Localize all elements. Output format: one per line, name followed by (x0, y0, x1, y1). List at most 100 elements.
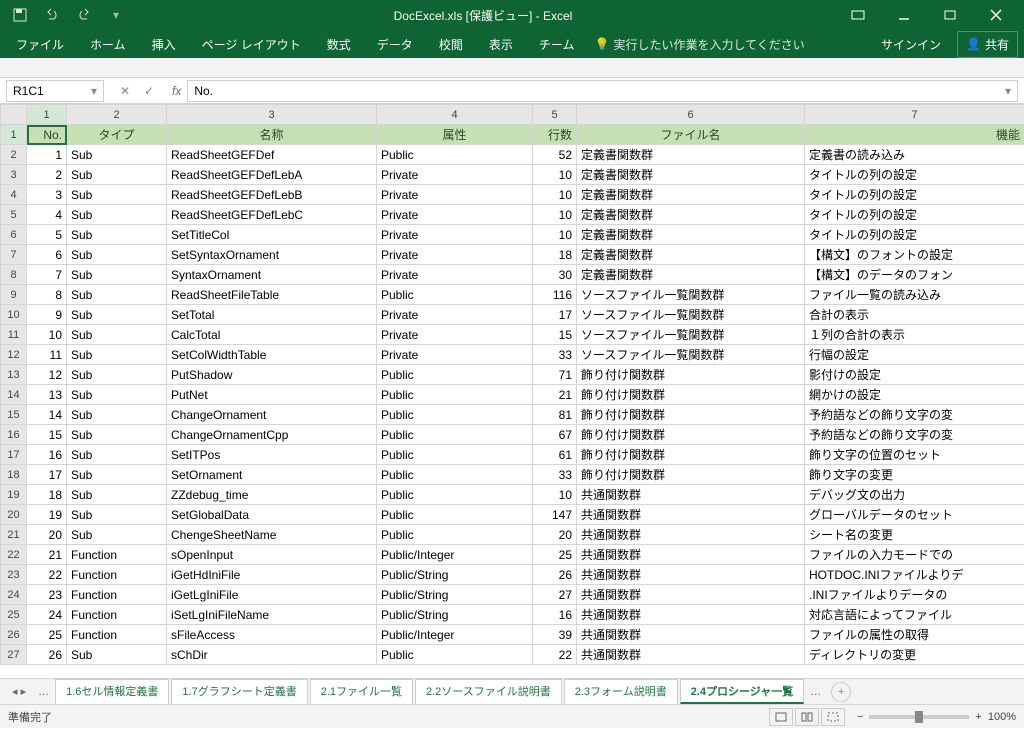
cell[interactable]: 属性 (377, 125, 533, 145)
row-header[interactable]: 9 (1, 285, 27, 305)
formula-input[interactable]: No.▾ (187, 80, 1018, 102)
cell[interactable]: 共通関数群 (577, 505, 805, 525)
cell[interactable]: 予約語などの飾り文字の変 (805, 425, 1024, 445)
cell[interactable]: Sub (67, 165, 167, 185)
cell[interactable]: 10 (533, 205, 577, 225)
cell[interactable]: PutShadow (167, 365, 377, 385)
cell[interactable]: 8 (27, 285, 67, 305)
cell[interactable]: 10 (533, 165, 577, 185)
cell[interactable]: 行数 (533, 125, 577, 145)
tab-view[interactable]: 表示 (479, 32, 523, 57)
cell[interactable]: ReadSheetGEFDefLebA (167, 165, 377, 185)
cell[interactable]: Private (377, 225, 533, 245)
tab-insert[interactable]: 挿入 (142, 32, 186, 57)
tabs-overflow-right[interactable]: … (806, 686, 825, 698)
cell[interactable]: 定義書関数群 (577, 205, 805, 225)
row-header[interactable]: 27 (1, 645, 27, 665)
qat-customize-button[interactable]: ▾ (102, 3, 130, 27)
cell[interactable]: SyntaxOrnament (167, 265, 377, 285)
cell[interactable]: 30 (533, 265, 577, 285)
cell[interactable]: ソースファイル一覧関数群 (577, 325, 805, 345)
cell[interactable]: 22 (27, 565, 67, 585)
col-header-6[interactable]: 6 (577, 105, 805, 125)
cell[interactable]: Function (67, 565, 167, 585)
cell[interactable]: sOpenInput (167, 545, 377, 565)
cell[interactable]: ディレクトリの変更 (805, 645, 1024, 665)
row-header[interactable]: 3 (1, 165, 27, 185)
cell[interactable]: 共通関数群 (577, 605, 805, 625)
cell[interactable]: 24 (27, 605, 67, 625)
cell[interactable]: Public (377, 645, 533, 665)
save-button[interactable] (6, 3, 34, 27)
cell[interactable]: SetITPos (167, 445, 377, 465)
row-header[interactable]: 5 (1, 205, 27, 225)
cell[interactable]: 飾り付け関数群 (577, 385, 805, 405)
col-header-2[interactable]: 2 (67, 105, 167, 125)
cell[interactable]: Sub (67, 445, 167, 465)
cell[interactable]: ソースファイル一覧関数群 (577, 305, 805, 325)
cell[interactable]: SetTotal (167, 305, 377, 325)
cell[interactable]: Public/String (377, 585, 533, 605)
zoom-slider[interactable] (869, 715, 969, 719)
cell[interactable]: 10 (27, 325, 67, 345)
cell[interactable]: Public (377, 385, 533, 405)
sheet-tab[interactable]: 2.2ソースファイル説明書 (415, 679, 562, 704)
cell[interactable]: 19 (27, 505, 67, 525)
cell[interactable]: ReadSheetGEFDefLebC (167, 205, 377, 225)
cell[interactable]: No. (27, 125, 67, 145)
cell[interactable]: Sub (67, 465, 167, 485)
maximize-button[interactable] (928, 1, 972, 29)
cell[interactable]: 定義書関数群 (577, 145, 805, 165)
cell[interactable]: グローバルデータのセット (805, 505, 1024, 525)
sheet-tab[interactable]: 1.6セル情報定義書 (55, 679, 169, 704)
cell[interactable]: 10 (533, 185, 577, 205)
cell[interactable]: 11 (27, 345, 67, 365)
cell[interactable]: SetOrnament (167, 465, 377, 485)
close-button[interactable] (974, 1, 1018, 29)
cell[interactable]: 116 (533, 285, 577, 305)
cell[interactable]: Public/Integer (377, 625, 533, 645)
cell[interactable]: 12 (27, 365, 67, 385)
cell[interactable]: 71 (533, 365, 577, 385)
cell[interactable]: Sub (67, 285, 167, 305)
row-header[interactable]: 2 (1, 145, 27, 165)
col-header-7[interactable]: 7 (805, 105, 1024, 125)
cell[interactable]: タイプ (67, 125, 167, 145)
cell[interactable]: 共通関数群 (577, 525, 805, 545)
cell[interactable]: Function (67, 605, 167, 625)
cell[interactable]: 共通関数群 (577, 585, 805, 605)
tab-team[interactable]: チーム (529, 32, 585, 57)
cell[interactable]: Public/String (377, 605, 533, 625)
cell[interactable]: 17 (533, 305, 577, 325)
cell[interactable]: Public (377, 505, 533, 525)
row-header[interactable]: 13 (1, 365, 27, 385)
tab-formulas[interactable]: 数式 (317, 32, 361, 57)
cell[interactable]: Sub (67, 145, 167, 165)
cell[interactable]: 飾り付け関数群 (577, 425, 805, 445)
cell[interactable]: Sub (67, 425, 167, 445)
cell[interactable]: Private (377, 165, 533, 185)
cell[interactable]: 15 (27, 425, 67, 445)
cell[interactable]: Sub (67, 245, 167, 265)
row-header[interactable]: 15 (1, 405, 27, 425)
cell[interactable]: 飾り文字の位置のセット (805, 445, 1024, 465)
cell[interactable]: Sub (67, 485, 167, 505)
row-header[interactable]: 18 (1, 465, 27, 485)
cell[interactable]: ReadSheetGEFDefLebB (167, 185, 377, 205)
cell[interactable]: iSetLgIniFileName (167, 605, 377, 625)
signin-button[interactable]: サインイン (871, 32, 951, 57)
row-header[interactable]: 7 (1, 245, 27, 265)
cell[interactable]: Private (377, 345, 533, 365)
cell[interactable]: 13 (27, 385, 67, 405)
cell[interactable]: Public/String (377, 565, 533, 585)
cell[interactable]: iGetHdIniFile (167, 565, 377, 585)
cell[interactable]: 機能 (805, 125, 1024, 145)
cell[interactable]: Private (377, 305, 533, 325)
sheet-nav[interactable]: ◂ ▸ (6, 685, 32, 698)
cell[interactable]: Public/Integer (377, 545, 533, 565)
col-header-1[interactable]: 1 (27, 105, 67, 125)
ribbon-options-button[interactable] (836, 1, 880, 29)
cell[interactable]: Public (377, 445, 533, 465)
row-header[interactable]: 14 (1, 385, 27, 405)
tell-me[interactable]: 💡実行したい作業を入力してください (594, 36, 804, 53)
